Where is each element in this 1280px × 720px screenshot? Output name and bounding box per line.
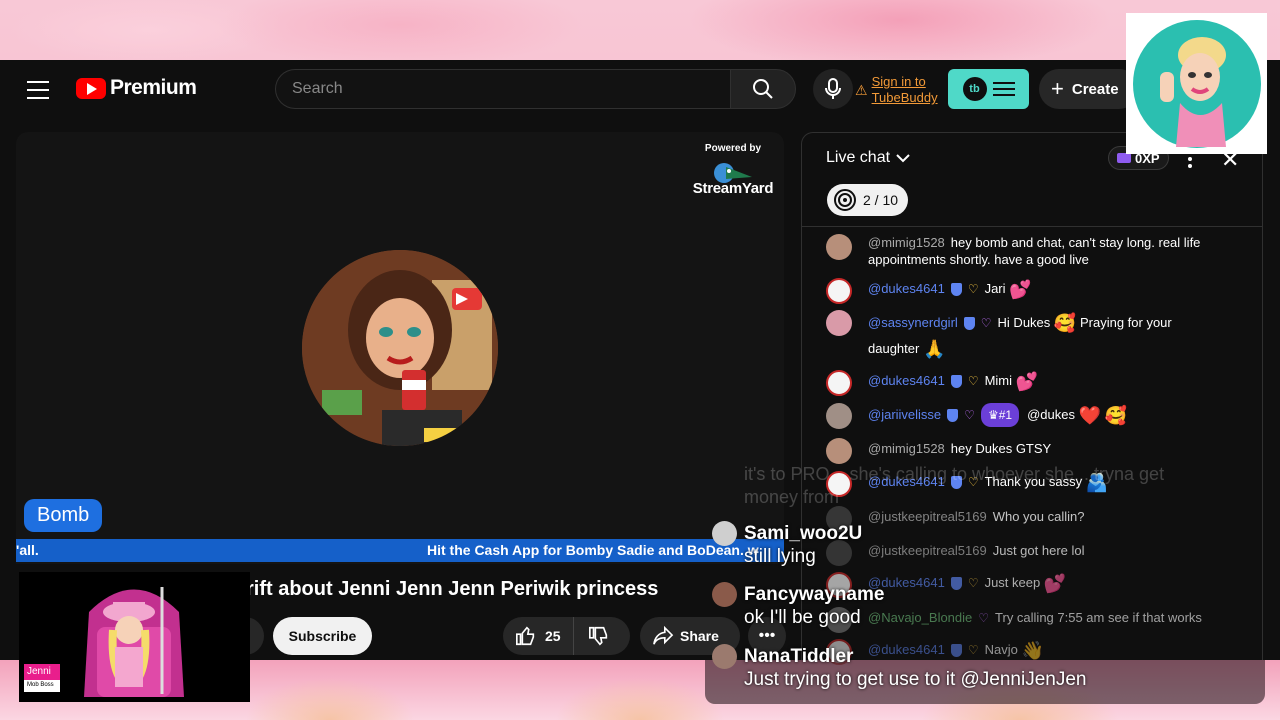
chevron-down-icon: [896, 154, 910, 163]
youtube-logo[interactable]: Premium: [76, 76, 197, 100]
ticker-text-right: Hit the Cash App for Bomby Sadie and BoD…: [427, 542, 759, 558]
overlay-username: NanaTiddler: [744, 645, 854, 667]
thumbs-up-icon: [516, 626, 535, 646]
two-hearts-emoji: 💕: [1015, 371, 1039, 392]
chat-message[interactable]: @dukes4641 ♡ Mimi 💕: [826, 370, 1038, 396]
menu-lines-icon: [992, 82, 1015, 96]
chat-message[interactable]: @justkeepitreal5169 Who you callin?: [826, 506, 1085, 532]
smiling-hearts-emoji: 🥰: [1053, 313, 1077, 334]
overlay-message-text: ok I'll be good: [744, 607, 861, 628]
search-icon: [753, 79, 773, 99]
powered-by-label: Powered by: [704, 143, 762, 154]
streamer-logo-overlay: [1126, 13, 1267, 154]
overlay-message-text: Just trying to get use to it @JenniJenJe…: [744, 669, 1087, 690]
create-label: Create: [1071, 80, 1119, 98]
scrolling-ticker: 'all. Hit the Cash App for Bomby Sadie a…: [16, 539, 784, 562]
search-button[interactable]: [730, 69, 796, 109]
name-tag: Bomb: [24, 499, 103, 532]
praying-hands-emoji: 🙏: [922, 339, 946, 360]
host-avatar: [302, 250, 498, 446]
ticker-text-left: 'all.: [16, 542, 39, 558]
create-button[interactable]: + Create: [1039, 69, 1139, 109]
moderator-shield-icon: [950, 283, 962, 297]
microphone-icon: [825, 78, 841, 99]
user-avatar: [826, 370, 852, 396]
user-avatar: [826, 310, 852, 336]
streamyard-watermark: Powered by StreamYard: [690, 143, 776, 197]
overlay-message-text: still lying: [744, 546, 816, 567]
chat-goal-pill[interactable]: 2 / 10: [827, 184, 908, 216]
overlay-user-avatar: [712, 521, 737, 546]
overlay-faded-message: it's to PRO... she's calling to whoever …: [744, 464, 1165, 507]
overlay-user-avatar: [712, 582, 737, 607]
share-icon: [653, 626, 674, 645]
moderator-shield-icon: [947, 409, 959, 423]
chat-message[interactable]: @mimig1528 hey bomb and chat, can't stay …: [826, 234, 1246, 268]
overlay-username: Sami_woo2U: [744, 522, 863, 544]
like-dislike-group: 25: [503, 617, 630, 655]
two-hearts-emoji: 💕: [1009, 279, 1032, 300]
plus-icon: +: [1051, 76, 1064, 101]
warning-icon: ⚠: [855, 81, 868, 98]
member-heart-icon: ♡: [967, 576, 979, 590]
tubebuddy-logo-icon: tb: [962, 77, 987, 101]
chat-divider: [802, 226, 1262, 227]
chat-message[interactable]: @dukes4641 ♡ Jari 💕: [826, 278, 1032, 304]
member-heart-icon: ♡: [978, 611, 990, 625]
moderator-shield-icon: [950, 375, 962, 389]
live-chat-title: Live chat: [826, 149, 891, 166]
cartoon-host-image: [302, 250, 498, 446]
brand-label: Premium: [110, 76, 197, 99]
moderator-shield-icon: [963, 317, 975, 331]
member-heart-icon: ♡: [980, 316, 992, 330]
overlay-chat-message: Sami_woo2U still lying: [712, 521, 862, 568]
tubebuddy-signin-link[interactable]: ⚠ Sign in to TubeBuddy: [855, 74, 938, 106]
target-icon: [834, 189, 856, 211]
overlay-username: Fancywayname: [744, 583, 885, 605]
overlay-chat-message: NanaTiddler Just trying to get use to it…: [712, 644, 1086, 691]
chat-message[interactable]: @justkeepitreal5169 Just got here lol: [826, 540, 1085, 566]
chat-message[interactable]: @mimig1528 hey Dukes GTSY: [826, 438, 1051, 464]
overlay-chat-message: Fancywayname ok I'll be good: [712, 582, 884, 629]
streamer-name: Jenni: [24, 664, 60, 680]
streamer-cartoon-logo: [1132, 19, 1261, 148]
red-heart-emoji: ❤️: [1078, 405, 1101, 426]
like-button[interactable]: 25: [503, 617, 574, 655]
tubebuddy-menu-button[interactable]: tb: [948, 69, 1029, 109]
moderator-shield-icon: [950, 577, 962, 591]
user-avatar: [826, 403, 852, 429]
youtube-play-icon: [76, 77, 106, 99]
live-chat-mode-dropdown[interactable]: Live chat: [826, 149, 910, 167]
user-avatar: [826, 438, 852, 464]
share-label: Share: [680, 628, 719, 644]
goal-progress: 2 / 10: [863, 192, 899, 208]
smiling-hearts-emoji: 🥰: [1104, 405, 1128, 426]
chat-message[interactable]: @jariivelisse ♡ ♛#1 @dukes ❤️ 🥰: [826, 403, 1127, 429]
user-avatar: [826, 278, 852, 304]
subscribe-button[interactable]: Subscribe: [273, 617, 372, 655]
member-heart-icon: ♡: [964, 408, 975, 422]
overlay-user-avatar: [712, 644, 737, 669]
search-box[interactable]: [275, 69, 730, 109]
video-title: rift about Jenni Jenn Jenn Periwik princ…: [246, 578, 659, 600]
dislike-button[interactable]: [574, 617, 610, 655]
voice-search-button[interactable]: [813, 69, 853, 109]
like-count: 25: [545, 628, 561, 644]
streamyard-bird-icon: [714, 163, 752, 183]
chat-message[interactable]: @sassynerdgirl ♡ Hi Dukes 🥰 Praying for yo…: [826, 310, 1246, 362]
user-avatar: [826, 234, 852, 260]
streamer-name-tag: Jenni Mob Boss: [24, 664, 60, 692]
search-input[interactable]: [292, 80, 730, 98]
streamer-role: Mob Boss: [24, 680, 60, 692]
crown-icon: [1117, 153, 1131, 163]
thumbs-down-icon: [588, 626, 607, 646]
rank-badge: ♛#1: [980, 403, 1020, 427]
member-heart-icon: ♡: [967, 374, 979, 388]
member-heart-icon: ♡: [967, 282, 979, 296]
two-hearts-emoji: 💕: [1043, 573, 1067, 594]
menu-icon[interactable]: [27, 81, 49, 99]
